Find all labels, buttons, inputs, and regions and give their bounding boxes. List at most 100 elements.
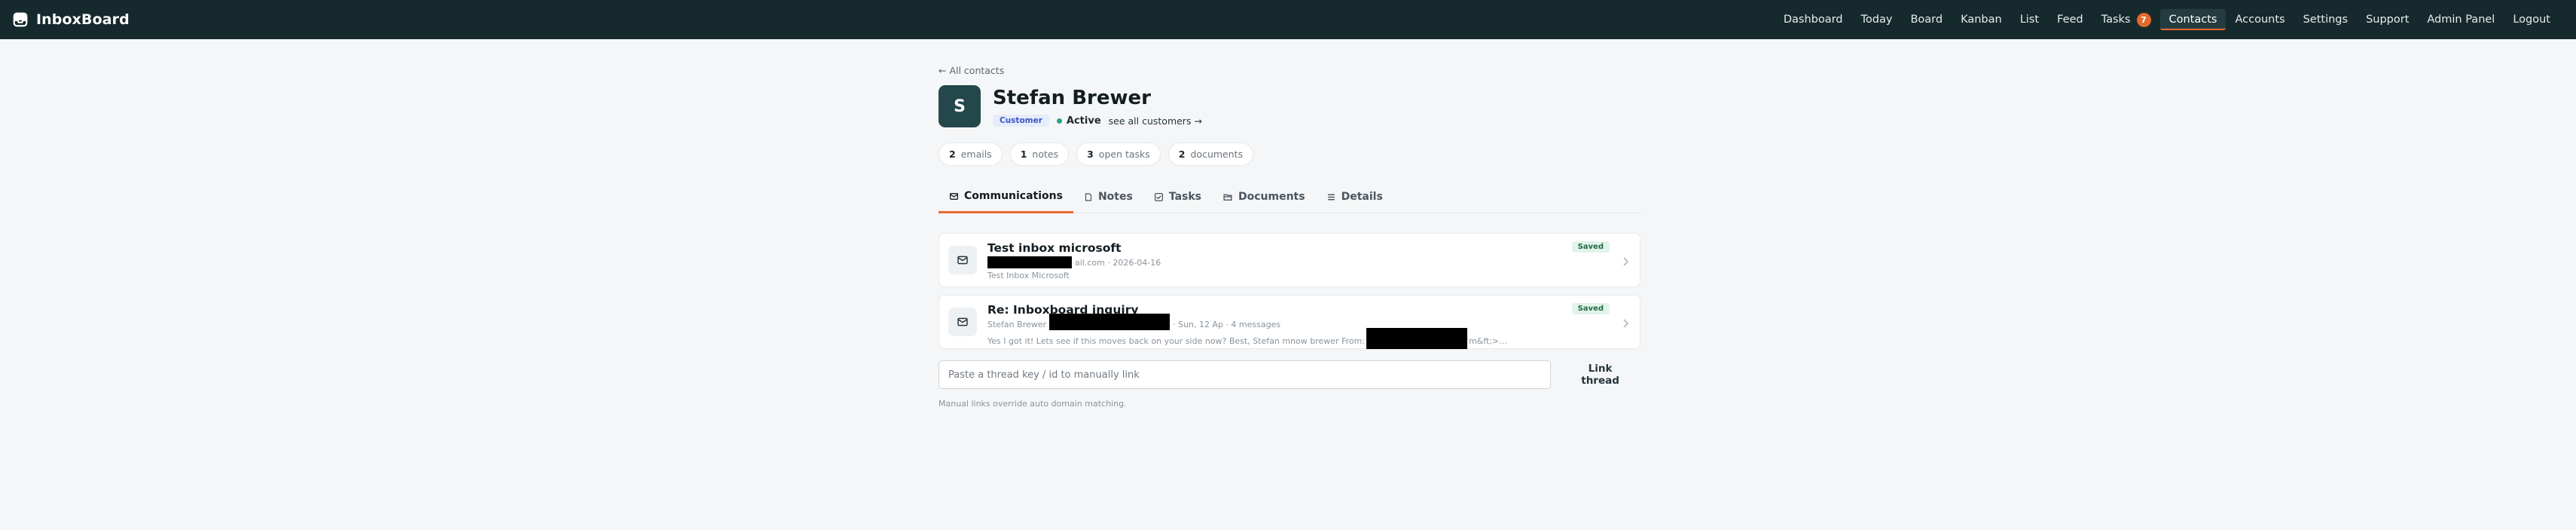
- contact-type-badge: Customer: [993, 115, 1049, 127]
- tab-details[interactable]: Details: [1316, 184, 1393, 213]
- nav-label: Tasks: [2101, 14, 2131, 26]
- mail-icon: [948, 308, 977, 336]
- stat-open-tasks[interactable]: 3 open tasks: [1076, 142, 1161, 166]
- chevron-right-icon: [1622, 256, 1629, 270]
- thread-meta: ail.com · 2026-04-16: [987, 256, 1572, 268]
- thread-meta-text: · Sun, 12 Ap · 4 messages: [1173, 319, 1281, 329]
- contact-name: Stefan Brewer: [993, 87, 1151, 109]
- nav-list[interactable]: List: [2011, 9, 2048, 30]
- contact-header: S Stefan Brewer Customer Active see all …: [939, 85, 1641, 127]
- manual-link-hint: Manual links override auto domain matchi…: [939, 399, 1127, 409]
- stat-documents[interactable]: 2 documents: [1167, 142, 1254, 166]
- mail-icon: [948, 246, 977, 274]
- nav-label: Kanban: [1961, 14, 2002, 26]
- nav-board[interactable]: Board: [1901, 9, 1952, 30]
- nav-label: Contacts: [2169, 14, 2217, 26]
- nav-tasks[interactable]: Tasks 7: [2092, 8, 2160, 32]
- thread-content: Re: Inboxboard inquiry Stefan Brewer · S…: [987, 303, 1572, 349]
- stat-emails[interactable]: 2 emails: [939, 142, 1003, 166]
- back-to-contacts-link[interactable]: ← All contacts: [939, 65, 1641, 76]
- contact-info: Stefan Brewer Customer Active see all cu…: [993, 85, 1202, 127]
- nav-feed[interactable]: Feed: [2048, 9, 2092, 30]
- nav-label: List: [2019, 14, 2040, 26]
- saved-badge: Saved: [1571, 241, 1610, 253]
- nav-label: Dashboard: [1783, 14, 1843, 26]
- contact-detail: ← All contacts S Stefan Brewer Customer …: [939, 65, 1641, 409]
- thread-preview: Test Inbox Microsoft: [987, 271, 1070, 280]
- status-label: Active: [1066, 115, 1101, 127]
- nav-settings[interactable]: Settings: [2294, 9, 2357, 30]
- redacted-sender: [987, 256, 1072, 268]
- status-dot-icon: [1056, 118, 1062, 124]
- contact-meta: Customer Active see all customers →: [993, 115, 1202, 127]
- list-icon: [1326, 192, 1336, 202]
- chevron-right-icon: [1622, 317, 1629, 332]
- app-name: InboxBoard: [36, 11, 130, 28]
- thread-subject: Test inbox microsoft: [987, 241, 1122, 255]
- mail-icon: [949, 191, 959, 201]
- manual-link-row: Link thread: [939, 357, 1641, 393]
- contact-tabs: Communications Notes Tasks Documents Det…: [939, 184, 1641, 213]
- link-thread-button[interactable]: Link thread: [1560, 357, 1641, 393]
- nav-dashboard[interactable]: Dashboard: [1775, 9, 1852, 30]
- nav-label: Support: [2366, 14, 2410, 26]
- note-icon: [1084, 192, 1093, 202]
- redacted-email: [1049, 314, 1170, 330]
- tab-tasks[interactable]: Tasks: [1143, 184, 1212, 213]
- stat-count: 2: [949, 149, 956, 160]
- tab-notes[interactable]: Notes: [1073, 184, 1143, 213]
- thread-preview-text: Yes I got it! Lets see if this moves bac…: [987, 335, 1366, 346]
- checkbox-icon: [1154, 192, 1164, 202]
- contact-stats: 2 emails 1 notes 3 open tasks 2 documents: [939, 142, 1641, 166]
- tab-label: Communications: [964, 190, 1063, 202]
- thread-meta: Stefan Brewer · Sun, 12 Ap · 4 messages: [987, 314, 1572, 330]
- tab-documents[interactable]: Documents: [1212, 184, 1316, 213]
- nav-label: Settings: [2303, 14, 2349, 26]
- tab-label: Details: [1341, 191, 1383, 203]
- nav-label: Admin Panel: [2427, 14, 2495, 26]
- inbox-icon: [12, 11, 29, 28]
- nav-contacts[interactable]: Contacts: [2159, 9, 2227, 30]
- thread-preview: Yes I got it! Lets see if this moves bac…: [987, 328, 1572, 349]
- nav-support[interactable]: Support: [2357, 9, 2418, 30]
- tab-label: Tasks: [1168, 191, 1201, 203]
- avatar: S: [939, 85, 981, 127]
- tasks-count-badge: 7: [2136, 12, 2151, 27]
- stat-label: emails: [960, 149, 992, 160]
- stat-count: 3: [1087, 149, 1094, 160]
- stat-notes[interactable]: 1 notes: [1009, 142, 1070, 166]
- stat-label: open tasks: [1098, 149, 1150, 160]
- thread-key-input[interactable]: [939, 360, 1552, 389]
- nav-label: Board: [1910, 14, 1943, 26]
- tab-communications[interactable]: Communications: [939, 184, 1073, 213]
- nav-kanban[interactable]: Kanban: [1952, 9, 2011, 30]
- nav-admin-panel[interactable]: Admin Panel: [2418, 9, 2504, 30]
- tab-label: Notes: [1097, 191, 1133, 203]
- brand[interactable]: InboxBoard: [12, 11, 130, 28]
- stat-count: 2: [1178, 149, 1186, 160]
- nav-label: Feed: [2057, 14, 2083, 26]
- main-nav: Dashboard Today Board Kanban List Feed T…: [1775, 8, 2559, 32]
- thread-list: Test inbox microsoft ail.com · 2026-04-1…: [939, 233, 1641, 349]
- tab-label: Documents: [1238, 191, 1305, 203]
- thread-preview-text: m&ft;>...: [1469, 335, 1507, 346]
- thread-item[interactable]: Re: Inboxboard inquiry Stefan Brewer · S…: [939, 295, 1641, 349]
- nav-label: Today: [1860, 14, 1893, 26]
- see-all-customers-link[interactable]: see all customers →: [1109, 115, 1202, 127]
- folder-icon: [1222, 192, 1233, 202]
- nav-accounts[interactable]: Accounts: [2226, 9, 2294, 30]
- stat-label: documents: [1190, 149, 1244, 160]
- stat-count: 1: [1020, 149, 1027, 160]
- thread-sender: Stefan Brewer: [987, 319, 1047, 329]
- thread-item[interactable]: Test inbox microsoft ail.com · 2026-04-1…: [939, 233, 1641, 287]
- nav-today[interactable]: Today: [1852, 9, 1902, 30]
- top-nav-bar: InboxBoard Dashboard Today Board Kanban …: [0, 0, 2576, 39]
- thread-content: Test inbox microsoft ail.com · 2026-04-1…: [987, 241, 1572, 280]
- redacted-email: [1366, 328, 1468, 349]
- saved-badge: Saved: [1571, 303, 1610, 314]
- status-indicator: Active: [1056, 115, 1101, 127]
- stat-label: notes: [1032, 149, 1059, 160]
- nav-label: Accounts: [2235, 14, 2285, 26]
- nav-label: Logout: [2513, 14, 2550, 26]
- nav-logout[interactable]: Logout: [2504, 9, 2559, 30]
